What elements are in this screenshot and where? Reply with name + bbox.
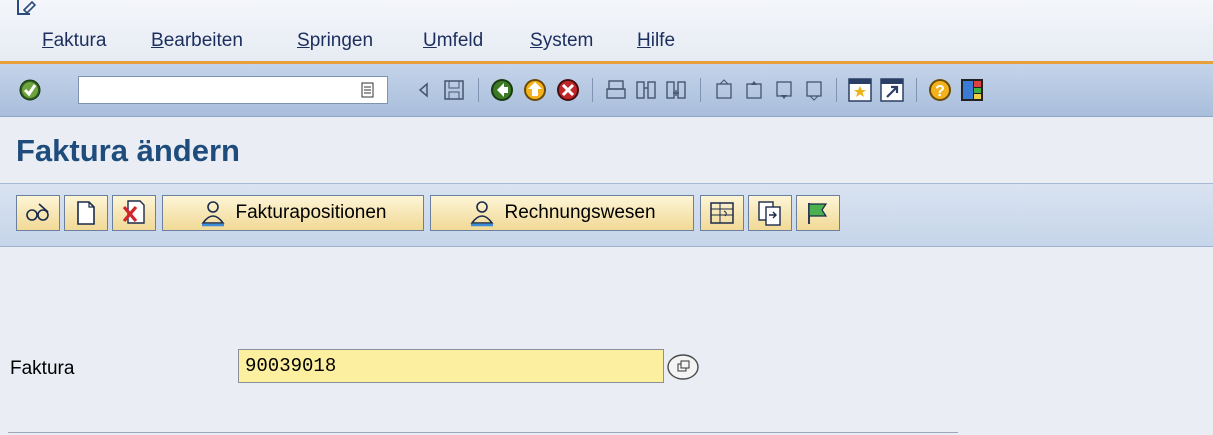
person-icon: [470, 201, 495, 227]
prev-page-icon[interactable]: [740, 76, 768, 104]
menu-springen[interactable]: Springen: [297, 30, 373, 52]
toolbar-separator: [916, 78, 917, 102]
menu-hilfe[interactable]: Hilfe: [637, 30, 675, 52]
menu-bearbeiten[interactable]: Bearbeiten: [151, 30, 243, 52]
value-help-icon[interactable]: [664, 353, 700, 381]
svg-text:?: ?: [935, 83, 945, 100]
first-page-icon[interactable]: [710, 76, 738, 104]
menu-bar: Faktura Bearbeiten Springen Umfeld Syste…: [0, 0, 1213, 62]
document-transfer-icon: [758, 201, 781, 226]
rechnungswesen-label: Rechnungswesen: [504, 202, 656, 223]
blank-document-icon: [77, 201, 95, 225]
fakturapositionen-label: Fakturapositionen: [235, 202, 387, 223]
divider-line: [8, 432, 958, 433]
toolbar-separator: [478, 78, 479, 102]
save-icon[interactable]: [440, 76, 468, 104]
back-arrow-icon[interactable]: [410, 76, 438, 104]
menu-faktura[interactable]: Faktura: [42, 30, 106, 52]
output-button[interactable]: [700, 195, 744, 231]
shortcut-icon[interactable]: [878, 76, 906, 104]
back-green-icon[interactable]: [488, 76, 516, 104]
window-menu-icon[interactable]: [16, 0, 38, 16]
toolbar-separator: [836, 78, 837, 102]
person-icon: [201, 201, 226, 227]
copy-document-button[interactable]: [748, 195, 792, 231]
exit-yellow-icon[interactable]: [521, 76, 549, 104]
cancel-document-button[interactable]: [112, 195, 156, 231]
rechnungswesen-button[interactable]: Rechnungswesen: [430, 195, 694, 231]
cancel-red-icon[interactable]: [554, 76, 582, 104]
layout-menu-icon[interactable]: [958, 76, 986, 104]
create-session-icon[interactable]: [846, 76, 874, 104]
menu-system[interactable]: System: [530, 30, 593, 52]
menu-umfeld[interactable]: Umfeld: [423, 30, 483, 52]
toolbar-separator: [592, 78, 593, 102]
toolbar-separator: [700, 78, 701, 102]
new-document-button[interactable]: [64, 195, 108, 231]
fakturapositionen-button[interactable]: Fakturapositionen: [162, 195, 424, 231]
glasses-pencil-icon: [26, 203, 49, 221]
display-change-button[interactable]: [16, 195, 60, 231]
faktura-input[interactable]: [238, 349, 664, 383]
dropdown-list-icon[interactable]: [358, 80, 378, 100]
page-title: Faktura ändern: [16, 133, 240, 168]
release-accounting-button[interactable]: [796, 195, 840, 231]
next-page-icon[interactable]: [770, 76, 798, 104]
find-next-icon[interactable]: [662, 76, 690, 104]
green-flag-icon: [808, 203, 828, 224]
last-page-icon[interactable]: [800, 76, 828, 104]
help-icon[interactable]: ?: [926, 76, 954, 104]
cancel-document-icon: [122, 200, 145, 224]
enter-check-icon[interactable]: [16, 76, 44, 104]
organizer-icon: [710, 202, 734, 224]
find-icon[interactable]: [632, 76, 660, 104]
print-icon[interactable]: [602, 76, 630, 104]
command-field[interactable]: [78, 76, 388, 104]
faktura-label: Faktura: [10, 358, 75, 379]
